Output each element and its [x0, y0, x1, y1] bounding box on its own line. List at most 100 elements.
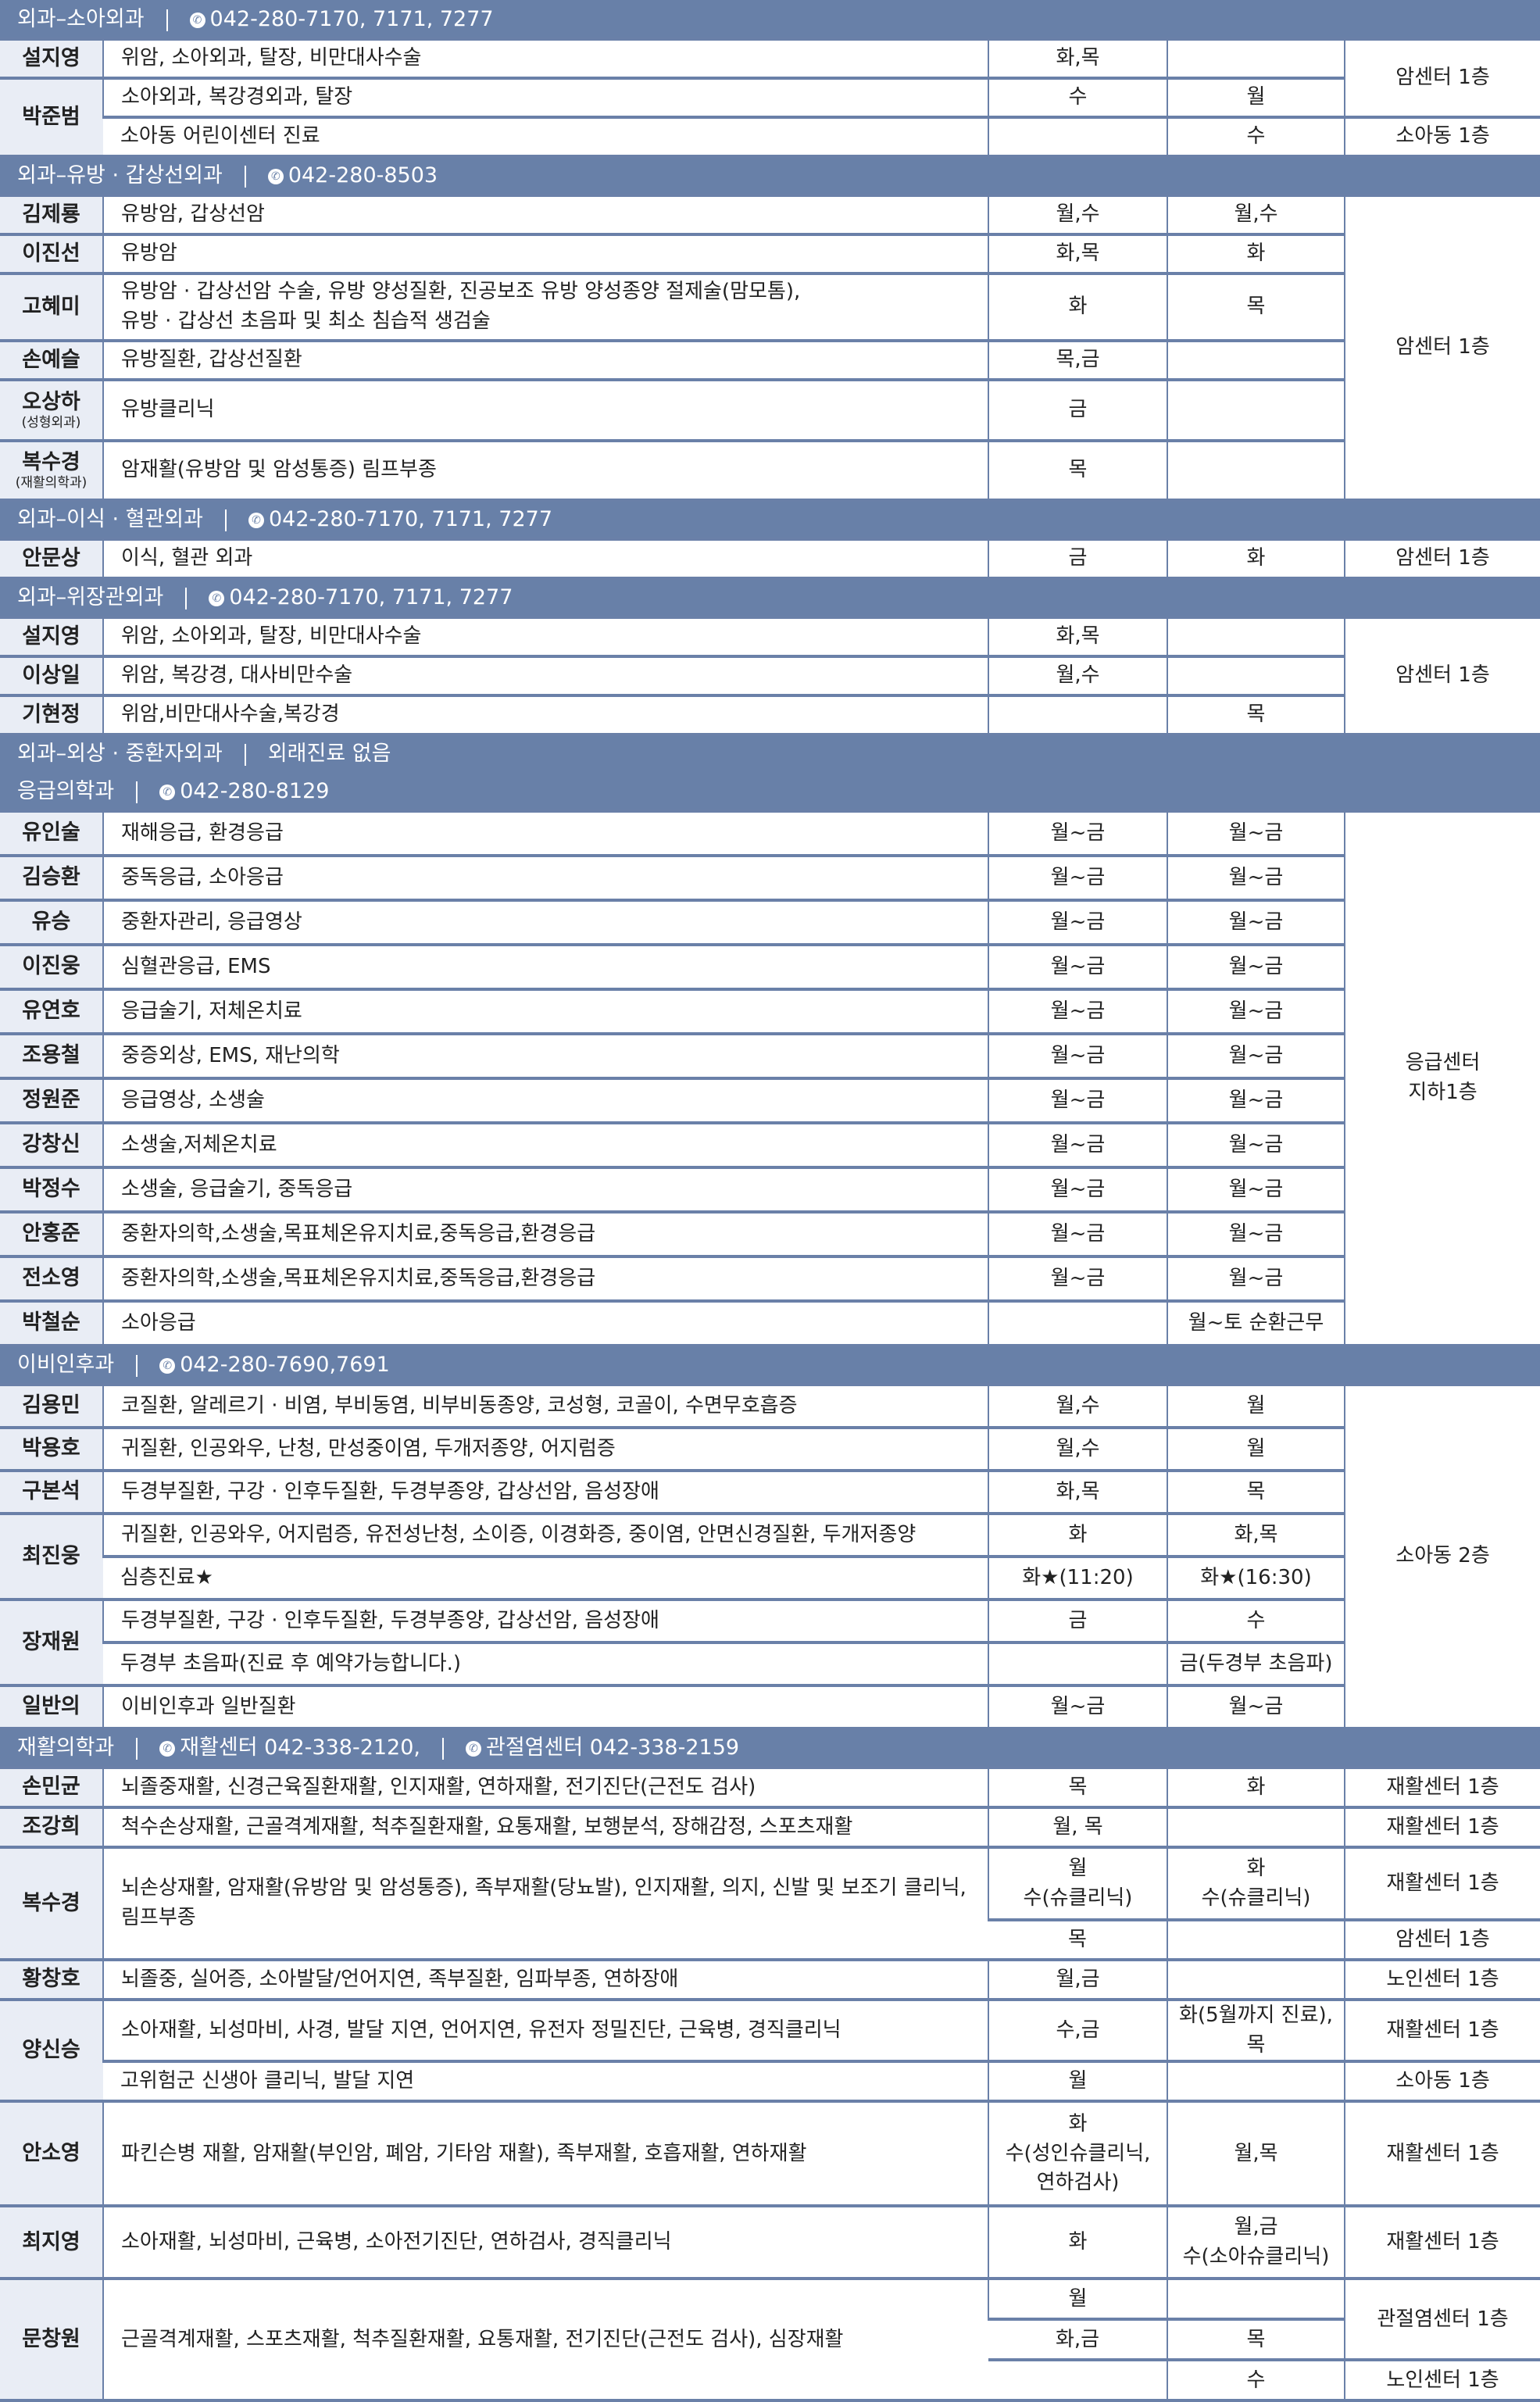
schedule-cell: 월~금 — [1167, 1685, 1345, 1728]
schedule-cell: 월~금 — [988, 900, 1167, 945]
table-row: 문창원근골격계재활, 스포츠재활, 척추질환재활, 요통재활, 전기진단(근전도… — [0, 2279, 1540, 2319]
department-header-row: 응급의학과✆042-280-8129 — [0, 773, 1540, 811]
schedule-cell: 금 — [988, 380, 1167, 441]
schedule-cell — [1167, 39, 1345, 78]
specialty-cell: 소아외과, 복강경외과, 탈장 — [103, 78, 988, 117]
doctor-name-cell: 문창원 — [0, 2279, 103, 2400]
schedule-cell: 소아동 1층 — [1345, 117, 1540, 156]
phone-icon: ✆ — [268, 169, 284, 184]
table-row: 유승중환자관리, 응급영상월~금월~금 — [0, 900, 1540, 945]
schedule-cell: 암센터 1층 — [1345, 617, 1540, 735]
doctor-name: 정원준 — [22, 1088, 80, 1112]
phone-icon: ✆ — [209, 591, 224, 606]
schedule-cell — [988, 2360, 1167, 2400]
schedule-cell — [1167, 1807, 1345, 1847]
doctor-department-note: (재활의학과) — [3, 475, 99, 491]
doctor-name: 이상일 — [22, 663, 80, 688]
doctor-name-cell: 최진웅 — [0, 1514, 103, 1600]
schedule-cell: 목 — [988, 1768, 1167, 1807]
specialty-cell: 암재활(유방암 및 암성통증) 림프부종 — [103, 441, 988, 500]
table-row: 고혜미유방암 · 갑상선암 수술, 유방 양성질환, 진공보조 유방 양성종양 … — [0, 273, 1540, 341]
schedule-cell: 화 — [1167, 539, 1345, 578]
department-header: 외과–소아외과✆042-280-7170, 7171, 7277 — [0, 1, 1540, 39]
table-row: 김승환중독응급, 소아응급월~금월~금 — [0, 856, 1540, 900]
table-row: 황창호뇌졸중, 실어증, 소아발달/언어지연, 족부질환, 임파부종, 연하장애… — [0, 1960, 1540, 2000]
schedule-cell: 월 — [988, 2279, 1167, 2319]
table-row: 조강희척수손상재활, 근골격계재활, 척추질환재활, 요통재활, 보행분석, 장… — [0, 1807, 1540, 1847]
doctor-name-cell: 강창신 — [0, 1123, 103, 1167]
schedule-cell — [1167, 2279, 1345, 2319]
schedule-cell — [988, 1642, 1167, 1685]
table-row: 박철순소아응급월~토 순환근무 — [0, 1301, 1540, 1346]
table-row: 최지영소아재활, 뇌성마비, 근육병, 소아전기진단, 연하검사, 경직클리닉화… — [0, 2206, 1540, 2279]
schedule-cell: 화,금 — [988, 2319, 1167, 2360]
schedule-cell: 월~금 — [1167, 1078, 1345, 1123]
doctor-name: 전소영 — [22, 1266, 80, 1290]
header-separator — [245, 744, 246, 766]
table-row: 기현정위암,비만대사수술,복강경 목 — [0, 695, 1540, 735]
doctor-name-cell: 양신승 — [0, 2000, 103, 2101]
schedule-cell: 월~금 — [988, 1256, 1167, 1301]
table-row: 오상하(성형외과)유방클리닉금 — [0, 380, 1540, 441]
schedule-cell: 월~금 — [1167, 856, 1345, 900]
schedule-cell: 금 — [988, 539, 1167, 578]
doctor-name-cell: 고혜미 — [0, 273, 103, 341]
department-header: 외과–위장관외과✆042-280-7170, 7171, 7277 — [0, 578, 1540, 617]
schedule-cell: 수 — [1167, 117, 1345, 156]
department-phone: 재활센터 042-338-2120, — [180, 1735, 420, 1760]
doctor-name: 최진웅 — [22, 1544, 80, 1568]
specialty-cell: 소아재활, 뇌성마비, 근육병, 소아전기진단, 연하검사, 경직클리닉 — [103, 2206, 988, 2279]
doctor-name-cell: 손민균 — [0, 1768, 103, 1807]
schedule-cell: 월,수 — [988, 656, 1167, 695]
table-row: 구본석두경부질환, 구강 · 인후두질환, 두경부종양, 갑상선암, 음성장애화… — [0, 1471, 1540, 1514]
department-header: 외과–이식 · 혈관외과✆042-280-7170, 7171, 7277 — [0, 500, 1540, 539]
table-row: 최진웅귀질환, 인공와우, 어지럼증, 유전성난청, 소이증, 이경화증, 중이… — [0, 1514, 1540, 1557]
table-row: 장재원두경부질환, 구강 · 인후두질환, 두경부종양, 갑상선암, 음성장애금… — [0, 1600, 1540, 1642]
specialty-cell: 척수손상재활, 근골격계재활, 척추질환재활, 요통재활, 보행분석, 장해감정… — [103, 1807, 988, 1847]
schedule-cell: 금(두경부 초음파) — [1167, 1642, 1345, 1685]
doctor-name: 안홍준 — [22, 1221, 80, 1246]
schedule-cell — [1167, 441, 1345, 500]
schedule-cell: 목 — [1167, 273, 1345, 341]
schedule-cell — [1167, 380, 1345, 441]
schedule-cell — [988, 117, 1167, 156]
table-row: 유연호응급술기, 저체온치료월~금월~금 — [0, 989, 1540, 1034]
schedule-cell — [1167, 617, 1345, 656]
schedule-cell — [1167, 341, 1345, 380]
department-phone: 042-280-7170, 7171, 7277 — [210, 7, 494, 31]
table-row: 설지영위암, 소아외과, 탈장, 비만대사수술화,목암센터 1층 — [0, 39, 1540, 78]
schedule-cell: 수 — [1167, 1600, 1345, 1642]
doctor-name-cell: 안문상 — [0, 539, 103, 578]
specialty-cell: 이비인후과 일반질환 — [103, 1685, 988, 1728]
specialty-cell: 유방암 · 갑상선암 수술, 유방 양성질환, 진공보조 유방 양성종양 절제술… — [103, 273, 988, 341]
specialty-cell: 이식, 혈관 외과 — [103, 539, 988, 578]
schedule-body: 외과–소아외과✆042-280-7170, 7171, 7277설지영위암, 소… — [0, 1, 1540, 2400]
doctor-name: 복수경 — [22, 450, 80, 474]
doctor-name: 양신승 — [22, 2038, 80, 2062]
schedule-cell: 월~금 — [988, 945, 1167, 989]
doctor-name: 유연호 — [22, 999, 80, 1023]
schedule-cell: 월,수 — [1167, 195, 1345, 234]
specialty-cell: 소아동 어린이센터 진료 — [103, 117, 988, 156]
department-header-row: 외과–이식 · 혈관외과✆042-280-7170, 7171, 7277 — [0, 500, 1540, 539]
department-phone: 042-280-7170, 7171, 7277 — [269, 507, 552, 531]
table-row: 일반의이비인후과 일반질환월~금월~금 — [0, 1685, 1540, 1728]
doctor-name-cell: 기현정 — [0, 695, 103, 735]
phone-icon: ✆ — [159, 785, 175, 800]
doctor-name-cell: 일반의 — [0, 1685, 103, 1728]
department-phone: 042-280-8129 — [180, 779, 329, 803]
doctor-name-cell: 박정수 — [0, 1167, 103, 1212]
specialty-cell: 위암,비만대사수술,복강경 — [103, 695, 988, 735]
department-header: 응급의학과✆042-280-8129 — [0, 773, 1540, 811]
schedule-cell: 응급센터 지하1층 — [1345, 811, 1540, 1346]
schedule-cell: 수,금 — [988, 2000, 1167, 2061]
header-separator — [136, 1355, 138, 1377]
schedule-cell: 목 — [1167, 695, 1345, 735]
doctor-name: 구본석 — [22, 1479, 80, 1503]
schedule-cell: 월,금 수(소아슈클리닉) — [1167, 2206, 1345, 2279]
department-header: 재활의학과✆재활센터 042-338-2120,✆관절염센터 042-338-2… — [0, 1728, 1540, 1768]
doctor-name-cell: 김승환 — [0, 856, 103, 900]
schedule-cell: 관절염센터 1층 — [1345, 2279, 1540, 2360]
table-row: 소아동 어린이센터 진료 수소아동 1층 — [0, 117, 1540, 156]
schedule-cell: 목,금 — [988, 341, 1167, 380]
